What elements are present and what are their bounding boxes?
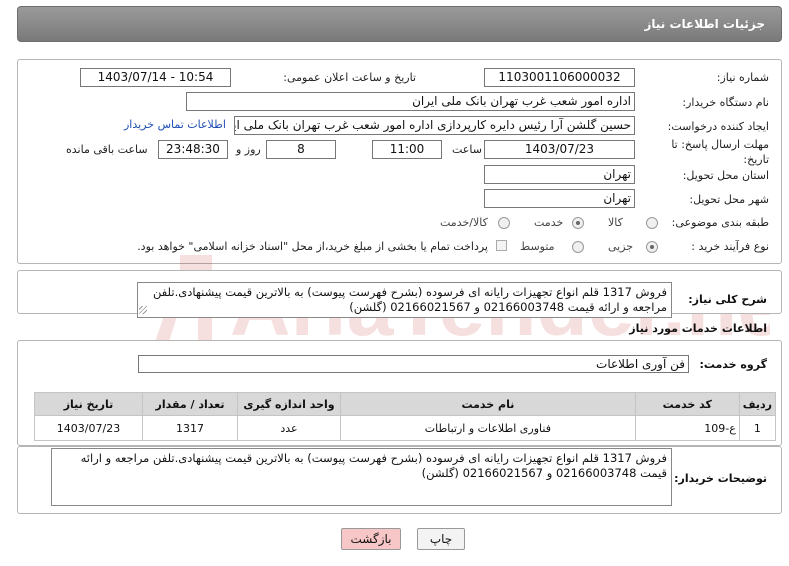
city-field[interactable]: تهران	[484, 189, 635, 208]
cell-row-number: 1	[738, 415, 777, 441]
services-table-header: تاریخ نیاز تعداد / مقدار واحد اندازه گیر…	[34, 392, 777, 416]
need-number-label: شماره نیاز:	[716, 71, 769, 84]
print-button[interactable]: چاپ	[417, 528, 465, 550]
requester-field[interactable]: حسین گلشن آرا رئیس دایره کارپردازی اداره…	[234, 116, 635, 135]
buyer-contact-link[interactable]: اطلاعات تماس خریدار	[124, 118, 226, 131]
process-option-medium: متوسط	[520, 240, 555, 253]
description-textarea[interactable]: فروش 1317 قلم انواع تجهیزات رایانه ای فر…	[137, 282, 672, 318]
category-option-goods: کالا	[608, 216, 623, 229]
buyer-org-field[interactable]: اداره امور شعب غرب تهران بانک ملی ایران	[186, 92, 635, 111]
description-resize-grip-icon[interactable]	[139, 306, 147, 314]
col-date: تاریخ نیاز	[34, 392, 143, 416]
deadline-date-field[interactable]: 1403/07/23	[484, 140, 635, 159]
page-title: جزئیات اطلاعات نیاز	[644, 17, 765, 31]
col-unit: واحد اندازه گیری	[237, 392, 341, 416]
remaining-time-label: ساعت باقی مانده	[66, 143, 148, 156]
announce-datetime-label: تاریخ و ساعت اعلان عمومی:	[283, 71, 416, 84]
cell-date: 1403/07/23	[34, 415, 143, 441]
service-group-label: گروه خدمت:	[699, 358, 767, 371]
buyer-notes-textarea[interactable]: فروش 1317 قلم انواع تجهیزات رایانه ای فر…	[51, 448, 672, 506]
col-service-name: نام خدمت	[340, 392, 636, 416]
services-section-title: اطلاعات خدمات مورد نیاز	[629, 322, 767, 335]
cell-service-name: فناوری اطلاعات و ارتباطات	[340, 415, 636, 441]
category-radio-goods[interactable]	[646, 217, 658, 229]
buyer-org-label: نام دستگاه خریدار:	[682, 96, 769, 109]
process-label: نوع فرآیند خرید :	[691, 240, 769, 253]
page-title-bar: جزئیات اطلاعات نیاز	[17, 6, 782, 42]
description-label: شرح کلی نیاز:	[688, 293, 767, 306]
buyer-notes-label: توضیحات خریدار:	[674, 472, 767, 485]
province-field[interactable]: تهران	[484, 165, 635, 184]
col-service-code: کد خدمت	[634, 392, 740, 416]
treasury-payment-note: پرداخت تمام یا بخشی از مبلغ خرید،از محل …	[137, 240, 488, 253]
category-option-service: خدمت	[534, 216, 564, 229]
table-row[interactable]: 1403/07/23 1317 عدد فناوری اطلاعات و ارت…	[34, 415, 777, 441]
category-label: طبقه بندی موضوعی:	[671, 216, 769, 229]
process-option-minor: جزیی	[608, 240, 634, 253]
category-radio-goods-service[interactable]	[498, 217, 510, 229]
category-radio-service[interactable]	[572, 217, 584, 229]
process-radio-medium[interactable]	[572, 241, 584, 253]
deadline-time-label: ساعت	[452, 143, 482, 156]
requester-label: ایجاد کننده درخواست:	[667, 120, 769, 133]
services-table: تاریخ نیاز تعداد / مقدار واحد اندازه گیر…	[34, 392, 777, 441]
province-label: استان محل تحویل:	[682, 169, 769, 182]
back-button[interactable]: بازگشت	[341, 528, 401, 550]
announce-datetime-field[interactable]: 1403/07/14 - 10:54	[80, 68, 231, 87]
deadline-time-field[interactable]: 11:00	[372, 140, 442, 159]
need-number-field[interactable]: 1103001106000032	[484, 68, 635, 87]
days-count-field[interactable]: 8	[266, 140, 336, 159]
col-row-number: ردیف	[738, 392, 777, 416]
col-qty: تعداد / مقدار	[142, 392, 238, 416]
deadline-label: مهلت ارسال پاسخ: تا تاریخ:	[671, 138, 769, 166]
cell-service-code: ع-109	[634, 415, 740, 441]
treasury-payment-checkbox[interactable]	[496, 240, 507, 251]
city-label: شهر محل تحویل:	[689, 193, 769, 206]
days-label: روز و	[236, 143, 261, 156]
process-radio-minor[interactable]	[646, 241, 658, 253]
category-option-goods-service: کالا/خدمت	[440, 216, 488, 229]
cell-qty: 1317	[142, 415, 238, 441]
cell-unit: عدد	[237, 415, 341, 441]
remaining-time-field[interactable]: 23:48:30	[158, 140, 228, 159]
service-group-field[interactable]: فن آوری اطلاعات	[138, 355, 689, 373]
